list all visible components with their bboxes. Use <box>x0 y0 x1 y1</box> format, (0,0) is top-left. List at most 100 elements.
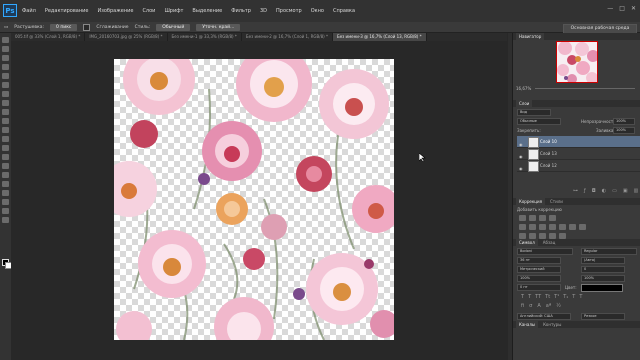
navigator-thumbnail[interactable] <box>556 41 598 83</box>
maximize-button[interactable]: □ <box>619 5 625 12</box>
document-tab-active[interactable]: Без имени-3 @ 16,7% (Слой 13, RGB/8) * <box>332 33 427 41</box>
faux-bold-icon[interactable]: T <box>521 294 524 300</box>
antialias-checkbox[interactable] <box>83 23 91 31</box>
navigator-zoom-slider[interactable] <box>535 88 635 89</box>
eraser-tool-icon[interactable] <box>2 127 9 133</box>
layer-row[interactable]: ◉ Слой 13 <box>517 148 640 160</box>
type-tool-icon[interactable] <box>2 172 9 178</box>
tab-paragraph[interactable]: Абзац <box>543 239 556 246</box>
tab-navigator[interactable]: Навигатор <box>516 33 545 40</box>
blend-mode-select[interactable]: Обычные <box>517 118 561 125</box>
stylistic-icon[interactable]: A <box>537 303 540 309</box>
menu-layers[interactable]: Слои <box>142 8 155 14</box>
menu-file[interactable]: Файл <box>22 8 36 14</box>
strikethrough-icon[interactable]: T <box>579 294 582 300</box>
language-select[interactable]: Английский: США <box>517 313 571 320</box>
small-caps-icon[interactable]: Tt <box>545 294 550 300</box>
channel-mixer-icon[interactable] <box>569 224 576 230</box>
history-brush-tool-icon[interactable] <box>2 118 9 124</box>
subscript-icon[interactable]: T₁ <box>563 294 568 300</box>
marquee-tool-icon[interactable] <box>2 46 9 52</box>
document-tab[interactable]: IMG_20160703.jpg @ 25% (RGB/8) * <box>85 33 168 41</box>
layer-row[interactable]: ◉ Слой 12 <box>517 160 640 172</box>
tab-adjustments[interactable]: Коррекция <box>516 198 545 205</box>
underline-icon[interactable]: T <box>572 294 575 300</box>
kerning-select[interactable]: Метрический <box>517 266 561 273</box>
more-tools-icon[interactable] <box>2 217 9 223</box>
ligature-icon[interactable]: fi <box>521 303 524 309</box>
menu-window[interactable]: Окно <box>311 8 324 14</box>
mask-icon[interactable]: ◘ <box>592 188 596 194</box>
bw-icon[interactable] <box>549 224 556 230</box>
path-select-tool-icon[interactable] <box>2 181 9 187</box>
tracking-input[interactable]: 0 <box>581 266 625 273</box>
menu-image[interactable]: Изображение <box>97 8 133 14</box>
curves-icon[interactable] <box>539 215 546 221</box>
text-color-swatch[interactable] <box>581 284 623 292</box>
tab-paths[interactable]: Контуры <box>543 321 561 328</box>
eyedropper-tool-icon[interactable] <box>2 82 9 88</box>
healing-tool-icon[interactable] <box>2 91 9 97</box>
close-button[interactable]: ✕ <box>631 5 636 12</box>
fill-input[interactable]: 100% <box>613 127 635 134</box>
faux-italic-icon[interactable]: T <box>528 294 531 300</box>
shape-tool-icon[interactable] <box>2 190 9 196</box>
exposure-icon[interactable] <box>549 215 556 221</box>
document-tab[interactable]: Без имени-2 @ 16,7% (Слой 1, RGB/8) * <box>242 33 333 41</box>
vibrance-icon[interactable] <box>519 224 526 230</box>
hue-icon[interactable] <box>529 224 536 230</box>
tab-layers[interactable]: Слои <box>516 100 533 107</box>
baseline-shift-input[interactable]: 0 пт <box>517 284 561 291</box>
clone-stamp-tool-icon[interactable] <box>2 109 9 115</box>
new-layer-icon[interactable]: ▣ <box>623 188 628 194</box>
folder-icon[interactable]: ▭ <box>612 188 617 194</box>
horizontal-scale-input[interactable]: 100% <box>581 275 625 282</box>
tab-channels[interactable]: Каналы <box>516 321 539 328</box>
tab-styles[interactable]: Стили <box>550 198 563 205</box>
style-select[interactable]: Обычный <box>156 23 191 31</box>
trash-icon[interactable]: ▥ <box>634 188 639 194</box>
superscript-icon[interactable]: T¹ <box>554 294 559 300</box>
font-family-select[interactable]: Bodoni <box>517 248 573 255</box>
gradient-tool-icon[interactable] <box>2 136 9 142</box>
font-size-input[interactable]: 36 пт <box>517 257 561 264</box>
menu-view[interactable]: Просмотр <box>276 8 302 14</box>
all-caps-icon[interactable]: TT <box>535 294 541 300</box>
document-tab[interactable]: Без имени-1 @ 33,3% (RGB/8) * <box>168 33 242 41</box>
quick-select-tool-icon[interactable] <box>2 64 9 70</box>
ordinal-icon[interactable]: aª <box>546 303 551 309</box>
document-tab[interactable]: 005.tif @ 33% (Слой 1, RGB/8) * <box>11 33 86 41</box>
menu-help[interactable]: Справка <box>333 8 355 14</box>
refine-edge-button[interactable]: Уточн. край... <box>196 23 241 31</box>
move-tool-icon[interactable] <box>2 37 9 43</box>
brightness-icon[interactable] <box>519 215 526 221</box>
crop-tool-icon[interactable] <box>2 73 9 79</box>
leading-input[interactable]: (Авто) <box>581 257 625 264</box>
fx-icon[interactable]: ƒ <box>584 188 586 194</box>
antialias-select[interactable]: Резкое <box>581 313 625 320</box>
blur-tool-icon[interactable] <box>2 145 9 151</box>
navigator-zoom-value[interactable]: 16,67% <box>516 86 531 91</box>
layer-filter-kind[interactable]: Вид <box>517 109 551 116</box>
brush-tool-icon[interactable] <box>2 100 9 106</box>
layer-row-selected[interactable]: ◉ Слой 10 <box>517 136 640 148</box>
menu-type[interactable]: Шрифт <box>164 8 183 14</box>
marquee-tool-icon[interactable]: ▭ <box>4 25 8 30</box>
opacity-input[interactable]: 100% <box>613 118 635 125</box>
pen-tool-icon[interactable] <box>2 163 9 169</box>
menu-filter[interactable]: Фильтр <box>231 8 251 14</box>
tab-character[interactable]: Символ <box>516 239 538 246</box>
adjustment-icon[interactable]: ◐ <box>602 188 606 194</box>
photo-filter-icon[interactable] <box>559 224 566 230</box>
link-icon[interactable]: ⊶ <box>573 188 578 194</box>
vertical-scale-input[interactable]: 100% <box>517 275 561 282</box>
lookup-icon[interactable] <box>579 224 586 230</box>
visibility-eye-icon[interactable]: ◉ <box>519 163 523 174</box>
menu-3d[interactable]: 3D <box>260 8 267 14</box>
hand-tool-icon[interactable] <box>2 199 9 205</box>
minimize-button[interactable]: — <box>607 5 613 12</box>
zoom-tool-icon[interactable] <box>2 208 9 214</box>
levels-icon[interactable] <box>529 215 536 221</box>
swash-icon[interactable]: σ <box>529 303 532 309</box>
fraction-icon[interactable]: ½ <box>556 303 561 309</box>
